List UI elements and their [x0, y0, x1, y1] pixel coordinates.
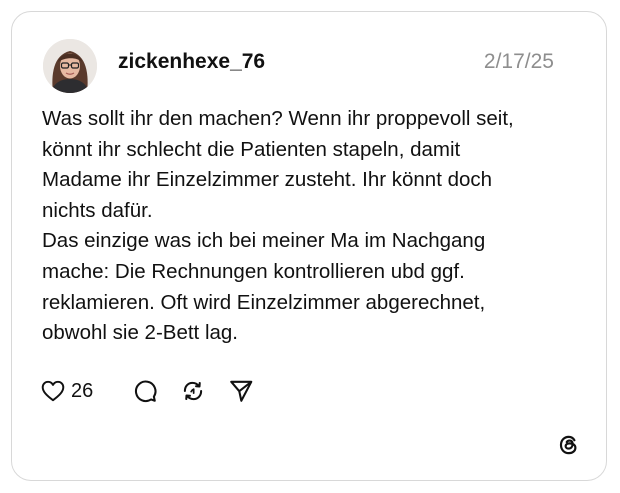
share-button[interactable]: [228, 376, 254, 406]
post-date: 2/17/25: [483, 50, 554, 73]
avatar-image: [43, 39, 97, 93]
repost-button[interactable]: [180, 376, 206, 406]
avatar[interactable]: [43, 39, 97, 93]
like-button[interactable]: 26: [40, 376, 93, 406]
post-text: Was sollt ihr den machen? Wenn ihr propp…: [42, 107, 514, 345]
send-icon: [230, 380, 253, 402]
username[interactable]: zickenhexe_76: [118, 50, 265, 74]
heart-icon: [41, 380, 65, 402]
post-card: zickenhexe_76 2/17/25 Was sollt ihr den …: [11, 11, 607, 481]
repost-icon: [183, 381, 203, 401]
like-count: 26: [71, 379, 94, 402]
reply-button[interactable]: [132, 376, 158, 406]
comment-bubble-icon: [135, 380, 157, 403]
threads-logo-icon: [559, 435, 577, 455]
